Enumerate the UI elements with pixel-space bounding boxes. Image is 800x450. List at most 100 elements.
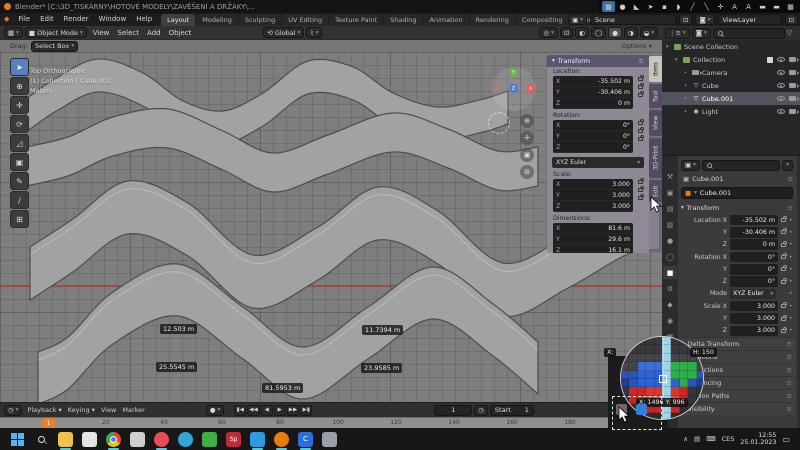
notification-icon[interactable]: ▭ xyxy=(782,435,790,444)
animate-dot-icon[interactable]: • xyxy=(789,241,793,248)
shading-rendered-button[interactable]: ◒ ▾ xyxy=(639,27,658,38)
taskbar-app-edge[interactable] xyxy=(178,431,193,447)
taskbar-app-vscode[interactable] xyxy=(250,431,265,450)
taskbar-app-blender[interactable] xyxy=(274,431,289,450)
n-panel-tab-item[interactable]: Item xyxy=(649,56,663,82)
text-a2-icon[interactable]: A xyxy=(742,1,755,12)
taskbar-search-icon[interactable] xyxy=(34,432,49,447)
viewport-menu-view[interactable]: View xyxy=(89,29,114,37)
transform-field-y[interactable]: Y 0° xyxy=(553,131,633,142)
properties-search-input[interactable] xyxy=(701,159,781,171)
timeline-menu-view[interactable]: View xyxy=(98,406,119,414)
proportional-edit-button[interactable]: ◎ ▾ xyxy=(539,27,558,38)
transform-panel-header[interactable]: ▾ Transform ≡ xyxy=(681,201,793,214)
transform-field-z[interactable]: Z0 m xyxy=(553,98,633,109)
outliner-row-light[interactable]: • ◉ Light xyxy=(662,105,800,118)
viewport-menu-select[interactable]: Select xyxy=(113,29,143,37)
taskbar-app-chrome[interactable] xyxy=(106,431,121,450)
animate-dot-icon[interactable]: • xyxy=(789,315,793,322)
blob-icon[interactable]: ◗ xyxy=(672,1,685,12)
lock-icon[interactable] xyxy=(781,216,787,223)
value-field[interactable]: 3.000 xyxy=(730,325,778,337)
expander-icon[interactable]: ▾ xyxy=(675,57,683,63)
workspace-tab-modeling[interactable]: Modeling xyxy=(196,14,238,26)
tray-keyboard-icon[interactable]: ⌨ xyxy=(706,435,715,443)
value-field[interactable]: 0 m xyxy=(730,239,778,250)
lock-icon[interactable] xyxy=(781,314,787,321)
camera-toggle-icon[interactable] xyxy=(789,70,799,75)
pan-icon[interactable]: ✛ xyxy=(520,131,534,145)
transform-field-x[interactable]: X 81.6 m xyxy=(553,223,633,234)
eye-icon[interactable] xyxy=(777,70,785,75)
navigation-gizmo[interactable]: Y X Z xyxy=(492,67,536,111)
taskbar-app-explorer[interactable] xyxy=(58,431,73,450)
language-indicator[interactable]: CES xyxy=(722,435,735,443)
lock-icon[interactable] xyxy=(638,135,644,141)
properties-options-dropdown[interactable]: ▾ xyxy=(782,159,793,171)
animate-dot-icon[interactable]: • xyxy=(789,217,793,224)
transform-field-x[interactable]: X 3.000 xyxy=(553,179,633,190)
rotation-mode-dropdown[interactable]: XYZ Euler ▾ xyxy=(552,157,644,168)
gizmo-x-axis[interactable]: X xyxy=(526,84,535,93)
properties-tab-render[interactable]: ▣ xyxy=(663,186,677,199)
rect-filled-icon[interactable]: ▬ xyxy=(756,1,769,12)
transform-field-x[interactable]: X -35.502 m xyxy=(553,76,633,87)
expander-icon[interactable]: • xyxy=(684,109,692,115)
animate-dot-icon[interactable]: • xyxy=(789,303,793,310)
marker-icon[interactable]: ▪ xyxy=(658,1,671,12)
lock-icon[interactable] xyxy=(781,253,787,260)
triangle-icon[interactable]: ◣ xyxy=(630,1,643,12)
animate-dot-icon[interactable]: • xyxy=(789,229,793,236)
playhead[interactable]: 1 xyxy=(42,418,55,428)
outliner-row-cube[interactable]: • ▽ Cube xyxy=(662,79,800,92)
zoom-icon[interactable]: ⊕ xyxy=(520,114,534,128)
lock-icon[interactable] xyxy=(638,119,644,125)
options-dropdown[interactable]: Options ▾ xyxy=(622,42,652,50)
taskbar-app-gray-app[interactable] xyxy=(322,431,337,447)
tray-network-icon[interactable]: ▤ xyxy=(694,435,700,443)
text-a-icon[interactable]: A xyxy=(728,1,741,12)
overlays-toggle-button[interactable]: ◐ xyxy=(575,27,589,38)
properties-tab-modifiers[interactable]: ⚙ xyxy=(663,282,677,295)
menu-file[interactable]: File xyxy=(13,13,35,26)
clock[interactable]: 12:55 25.01.2023 xyxy=(740,432,776,447)
scene-field[interactable]: Scene xyxy=(590,14,677,25)
lock-icon[interactable] xyxy=(781,265,787,272)
camera-toggle-icon[interactable] xyxy=(789,57,799,62)
ellipse-icon[interactable]: ● xyxy=(616,1,629,12)
gizmo-y-neg[interactable] xyxy=(509,101,518,110)
expander-icon[interactable]: • xyxy=(684,70,692,76)
current-frame-field[interactable]: 1 xyxy=(434,404,473,416)
tray-up-arrow[interactable]: ∧ xyxy=(683,435,688,443)
n-panel-tab-tool[interactable]: Tool xyxy=(649,84,663,108)
workspace-tab-animation[interactable]: Animation xyxy=(423,14,469,26)
expander-icon[interactable]: • xyxy=(684,96,692,102)
lock-icon[interactable] xyxy=(638,91,644,97)
properties-tab-tool[interactable]: ⚒ xyxy=(663,170,677,183)
workspace-tab-layout[interactable]: Layout xyxy=(161,14,196,26)
timeline-editor-type[interactable]: ◷ ▾ xyxy=(4,404,23,416)
lock-icon[interactable] xyxy=(638,83,644,89)
workspace-tab-sculpting[interactable]: Sculpting xyxy=(238,14,282,26)
lock-icon[interactable] xyxy=(781,302,787,309)
eye-icon[interactable] xyxy=(777,83,785,88)
transform-field-z[interactable]: Z 0° xyxy=(553,142,633,153)
value-field[interactable]: 3.000 xyxy=(730,300,778,312)
animate-dot-icon[interactable]: • xyxy=(789,290,793,297)
shading-material-button[interactable]: ◑ xyxy=(623,27,638,38)
cursor-icon[interactable]: ➤ xyxy=(644,1,657,12)
n-panel-tab-view[interactable]: View xyxy=(649,110,663,136)
timeline-menu-marker[interactable]: Marker xyxy=(119,406,147,414)
measure-tool[interactable]: ∕ xyxy=(10,191,29,209)
active-tool-dropdown[interactable]: Select Box ▾ xyxy=(30,40,78,52)
annotate-tool[interactable]: ✎ xyxy=(10,172,29,190)
animate-dot-icon[interactable]: • xyxy=(789,278,793,285)
taskbar-app-c-app[interactable]: C xyxy=(298,431,313,450)
taskbar-app-green-app[interactable] xyxy=(202,431,217,447)
mode-dropdown[interactable]: XYZ Euler ▾ xyxy=(730,288,776,300)
camera-toggle-icon[interactable] xyxy=(789,109,799,114)
select-rect-icon[interactable]: ▦ xyxy=(602,1,615,12)
camera-toggle-icon[interactable] xyxy=(789,96,799,101)
timeline-menu-playback[interactable]: Playback ▾ xyxy=(24,406,64,414)
properties-filter-icon[interactable]: ▣ ▾ xyxy=(681,159,700,171)
